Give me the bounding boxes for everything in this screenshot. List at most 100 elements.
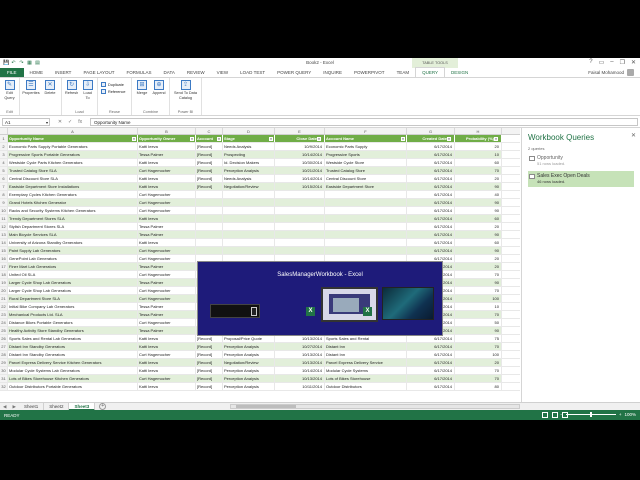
table-cell[interactable]: Perception Analysis [223, 383, 275, 390]
table-cell[interactable]: 6/17/2014 [407, 167, 455, 174]
duplicate-button[interactable]: Duplicate [101, 82, 126, 87]
tab-view[interactable]: VIEW [211, 68, 235, 77]
table-cell[interactable]: 10/30/2014 [275, 159, 325, 166]
table-cell[interactable]: Curt Hagemocher [138, 191, 196, 198]
table-cell[interactable]: 6/17/2014 [407, 191, 455, 198]
table-cell[interactable]: 6/17/2014 [407, 239, 455, 246]
table-cell[interactable] [325, 231, 407, 238]
column-header[interactable]: B [138, 128, 196, 134]
table-cell[interactable]: 75 [455, 335, 502, 342]
table-cell[interactable]: Healthy Activity Store Standby Generator… [8, 327, 138, 334]
taskbar-preview-popup[interactable]: SalesManagerWorkbook - Excel X X [197, 261, 443, 336]
table-cell[interactable] [275, 199, 325, 206]
table-cell[interactable]: Katti Ieeva [138, 359, 196, 366]
table-cell[interactable]: Initial Bike Company Lab Generators [8, 303, 138, 310]
row-number[interactable]: 15 [0, 247, 8, 254]
minimize-icon[interactable]: – [610, 59, 613, 66]
row-number[interactable]: 2 [0, 143, 8, 150]
table-cell[interactable]: 6/17/2014 [407, 207, 455, 214]
table-cell[interactable]: 6/17/2014 [407, 183, 455, 190]
table-cell[interactable]: Tessa Palmer [138, 311, 196, 318]
table-cell[interactable]: Trendy Department Stores SLA [8, 215, 138, 222]
zoom-out-icon[interactable]: – [560, 412, 563, 417]
table-cell[interactable]: 20 [455, 223, 502, 230]
formula-input[interactable]: Opportunity Name [90, 117, 638, 126]
next-sheet-icon[interactable]: ▶ [9, 404, 18, 410]
table-cell[interactable]: 70 [455, 375, 502, 382]
column-header-cell[interactable]: Created Date ▾ [407, 135, 455, 142]
table-cell[interactable]: 6/17/2014 [407, 351, 455, 358]
column-header[interactable]: F [325, 128, 407, 134]
table-cell[interactable]: [Record] [196, 159, 223, 166]
column-header-cell[interactable]: Close Date ▾ [275, 135, 325, 142]
table-cell[interactable] [196, 215, 223, 222]
table-cell[interactable]: 6/17/2014 [407, 359, 455, 366]
name-box[interactable]: A1 [2, 117, 50, 126]
table-cell[interactable]: 70 [455, 343, 502, 350]
table-cell[interactable]: Outdoor Distributors [325, 383, 407, 390]
table-cell[interactable]: Katti Ieeva [138, 239, 196, 246]
table-cell[interactable]: Curt Hagemocher [138, 255, 196, 262]
table-cell[interactable]: [Record] [196, 167, 223, 174]
table-cell[interactable]: [Record] [196, 367, 223, 374]
table-cell[interactable]: Needs Analysis [223, 143, 275, 150]
table-cell[interactable]: 10/11/2014 [275, 383, 325, 390]
table-cell[interactable]: 6/17/2014 [407, 335, 455, 342]
table-cell[interactable] [325, 223, 407, 230]
table-cell[interactable]: Stylish Department Stores SLA [8, 223, 138, 230]
table-cell[interactable] [223, 215, 275, 222]
table-cell[interactable]: Lots of Bikes Storehouse [325, 375, 407, 382]
tab-file[interactable]: FILE [0, 68, 24, 77]
filter-dropdown-icon[interactable]: ▾ [317, 136, 321, 141]
row-number[interactable]: 5 [0, 167, 8, 174]
column-header-cell[interactable]: Account ▾ [196, 135, 223, 142]
cancel-icon[interactable]: ✕ [58, 119, 62, 125]
table-cell[interactable]: Perception Analysis [223, 351, 275, 358]
table-cell[interactable]: [Record] [196, 351, 223, 358]
table-cell[interactable]: Tessa Palmer [138, 303, 196, 310]
table-cell[interactable] [223, 207, 275, 214]
table-cell[interactable]: 10/21/2014 [275, 167, 325, 174]
query-item[interactable]: Sales Exec Open Deals 46 rows loaded. [528, 171, 634, 187]
table-cell[interactable]: Tessa Palmer [138, 231, 196, 238]
table-cell[interactable]: 60 [455, 239, 502, 246]
table-cell[interactable]: 10/27/2014 [275, 343, 325, 350]
column-header-cell[interactable]: Opportunity Name ▾ [8, 135, 138, 142]
table-cell[interactable] [325, 199, 407, 206]
table-cell[interactable]: Katti Ieeva [138, 159, 196, 166]
table-cell[interactable]: Tessa Palmer [138, 263, 196, 270]
add-sheet-icon[interactable]: + [99, 403, 107, 410]
column-header-cell[interactable]: Stage ▾ [223, 135, 275, 142]
table-cell[interactable] [223, 239, 275, 246]
tab-review[interactable]: REVIEW [181, 68, 211, 77]
table-cell[interactable]: 70 [455, 271, 502, 278]
table-cell[interactable]: [Record] [196, 343, 223, 350]
table-cell[interactable]: Main Bicycle Services SLA [8, 231, 138, 238]
tab-power-query[interactable]: POWER QUERY [271, 68, 317, 77]
window-thumbnail[interactable] [321, 287, 378, 322]
restore-icon[interactable]: ❐ [620, 59, 625, 66]
table-cell[interactable]: Parcel Express Delivery Service Kitchen … [8, 359, 138, 366]
row-number[interactable]: 10 [0, 207, 8, 214]
table-cell[interactable]: 90 [455, 207, 502, 214]
table-cell[interactable]: 10 [455, 151, 502, 158]
column-header[interactable]: A [8, 128, 138, 134]
table-cell[interactable]: 90 [455, 327, 502, 334]
table-cell[interactable]: 80 [455, 383, 502, 390]
enter-icon[interactable]: ✓ [68, 119, 72, 125]
table-cell[interactable]: Outdoor Distributors Portable Generators [8, 383, 138, 390]
table-cell[interactable]: 60 [455, 215, 502, 222]
row-number[interactable]: 27 [0, 343, 8, 350]
row-number[interactable]: 8 [0, 191, 8, 198]
table-cell[interactable]: 20 [455, 255, 502, 262]
table-cell[interactable]: Katti Ieeva [138, 215, 196, 222]
filter-dropdown-icon[interactable]: ▾ [132, 136, 136, 141]
table-cell[interactable] [325, 215, 407, 222]
table-cell[interactable]: United Oil SLA [8, 271, 138, 278]
table-cell[interactable]: Perception Analysis [223, 343, 275, 350]
table-cell[interactable]: Curt Hagemocher [138, 271, 196, 278]
column-header-cell[interactable]: Account Name ▾ [325, 135, 407, 142]
table-cell[interactable]: 60 [455, 159, 502, 166]
table-cell[interactable]: Mechanical Products Ltd. SLA [8, 311, 138, 318]
table-cell[interactable]: Lots of Bikes Storehouse Kitchen Generat… [8, 375, 138, 382]
